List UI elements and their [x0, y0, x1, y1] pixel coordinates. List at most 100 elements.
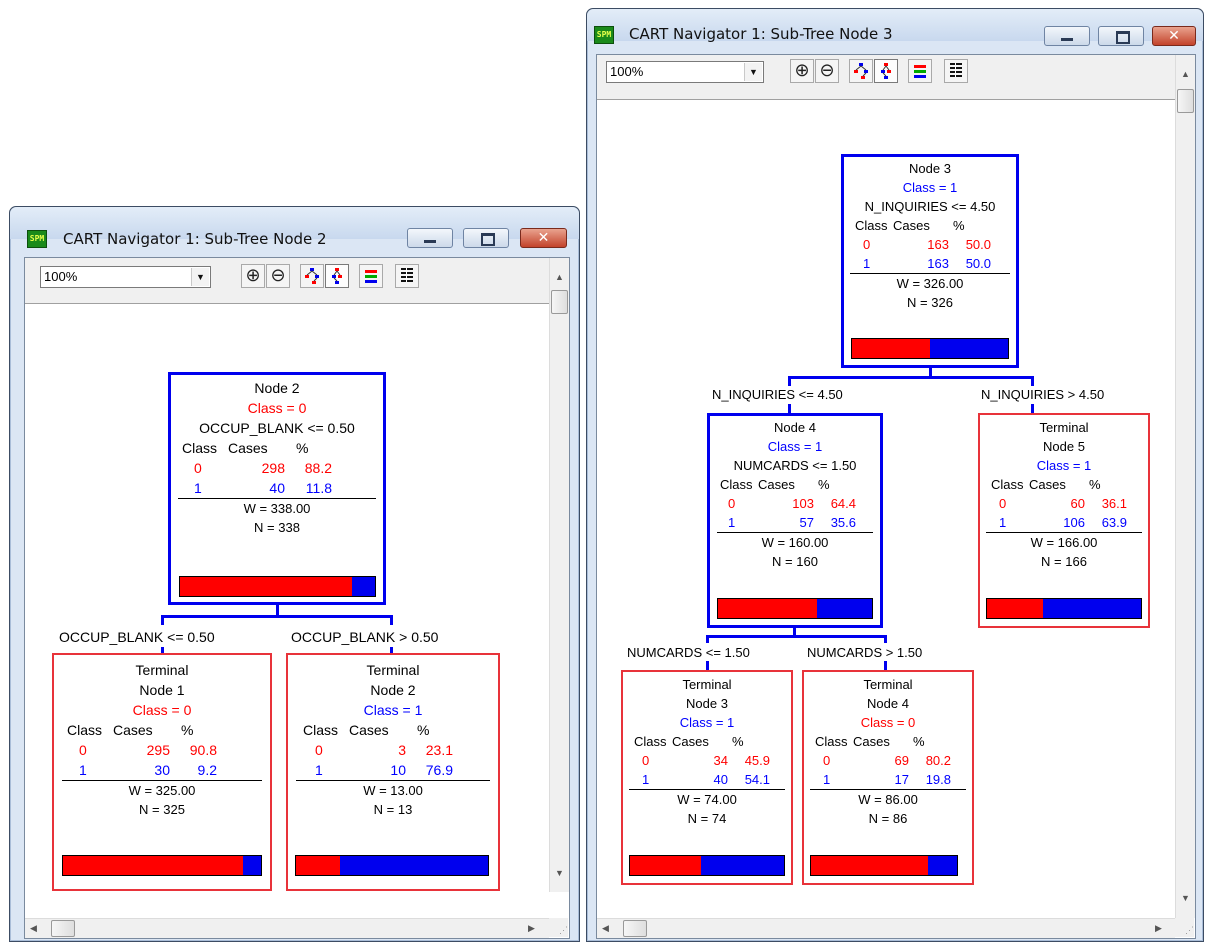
vertical-scroll-thumb[interactable] [551, 290, 568, 314]
tree-node-2[interactable]: Node 2 Class = 0 OCCUP_BLANK <= 0.50 Cla… [168, 372, 386, 605]
class-table: Class Cases % 0 60 36.1 1 106 63.9 [991, 475, 1137, 532]
terminal-node-2[interactable]: Terminal Node 2 Class = 1 Class Cases % … [286, 653, 500, 891]
row-pct: 35.6 [830, 515, 856, 530]
col-cases: Cases [672, 734, 709, 749]
col-class: Class [855, 218, 888, 233]
tree-detail-button[interactable] [849, 59, 873, 83]
tree-compact-button[interactable] [325, 264, 349, 288]
connector-line [1031, 376, 1034, 386]
col-cases: Cases [853, 734, 890, 749]
size-grip-icon[interactable]: ⋰ [1175, 918, 1194, 937]
maximize-button[interactable] [1098, 26, 1144, 46]
navigator-client: 100% ▼ ⊕ ⊖ [596, 54, 1196, 939]
class0-bar-segment [852, 339, 930, 358]
spm-app-icon[interactable]: SPM [594, 26, 614, 44]
class-row-0: 0 163 50.0 [855, 235, 1005, 254]
node-name: Node 2 [370, 682, 416, 698]
zoom-select[interactable]: 100% ▼ [40, 266, 211, 288]
node-count: N = 325 [139, 802, 185, 817]
terminal-node-5[interactable]: Terminal Node 5 Class = 1 Class Cases % … [978, 413, 1150, 628]
zoom-out-button[interactable]: ⊖ [815, 59, 839, 83]
scroll-down-icon[interactable]: ▼ [555, 868, 564, 878]
col-cases: Cases [349, 722, 389, 738]
class-table: Class Cases % 0 34 45.9 1 40 54.1 [634, 732, 780, 789]
row-cases: 57 [799, 515, 814, 530]
scroll-left-icon[interactable]: ◀ [30, 923, 37, 934]
zoom-in-button[interactable]: ⊕ [790, 59, 814, 83]
zoom-select[interactable]: 100% ▼ [606, 61, 764, 83]
node-report-button[interactable] [395, 264, 419, 288]
zoom-out-icon: ⊖ [270, 265, 286, 286]
class-table-header: Class Cases % [634, 732, 780, 751]
terminal-node-3[interactable]: Terminal Node 3 Class = 1 Class Cases % … [621, 670, 793, 885]
class-table: Class Cases % 0 103 64.4 1 57 35.6 [720, 475, 870, 532]
class1-bar-segment [928, 856, 957, 875]
col-class: Class [720, 477, 753, 492]
tree-node-3[interactable]: Node 3 Class = 1 N_INQUIRIES <= 4.50 Cla… [841, 154, 1019, 368]
col-pct: % [417, 722, 430, 738]
class-row-0: 0 60 36.1 [991, 494, 1137, 513]
scroll-right-icon[interactable]: ▶ [1155, 923, 1162, 934]
vertical-scrollbar[interactable]: ▲ ▼ [1175, 55, 1195, 918]
scroll-up-icon[interactable]: ▲ [555, 272, 564, 282]
class-row-0: 0 295 90.8 [67, 740, 257, 760]
node-class: Class = 0 [247, 400, 307, 416]
chevron-down-icon[interactable]: ▼ [744, 63, 762, 81]
title-bar[interactable]: SPM CART Navigator 1: Sub-Tree Node 3 ✕ [587, 9, 1203, 46]
chevron-down-icon[interactable]: ▼ [191, 268, 209, 286]
class1-bar-segment [930, 339, 1008, 358]
node-class: Class = 0 [132, 702, 192, 718]
tree-detail-icon [854, 63, 868, 79]
node-class: Class = 1 [902, 180, 958, 195]
row-cases: 69 [894, 753, 909, 768]
close-button[interactable]: ✕ [520, 228, 567, 248]
horizontal-scrollbar[interactable]: ◀ ▶ [597, 918, 1175, 938]
close-button[interactable]: ✕ [1152, 26, 1196, 46]
scroll-left-icon[interactable]: ◀ [602, 923, 609, 934]
col-pct: % [296, 440, 309, 456]
scroll-down-icon[interactable]: ▼ [1181, 893, 1190, 903]
spm-app-icon[interactable]: SPM [27, 230, 47, 248]
node-weight: W = 13.00 [363, 783, 423, 798]
horizontal-scrollbar[interactable]: ◀ ▶ [25, 918, 549, 938]
zoom-out-button[interactable]: ⊖ [266, 264, 290, 288]
right-split-label: OCCUP_BLANK > 0.50 [291, 629, 439, 645]
tree-detail-button[interactable] [300, 264, 324, 288]
tree-canvas[interactable]: Node 3 Class = 1 N_INQUIRIES <= 4.50 Cla… [597, 100, 1175, 918]
tree-node-4[interactable]: Node 4 Class = 1 NUMCARDS <= 1.50 Class … [707, 413, 883, 628]
node-title: Terminal [682, 677, 732, 692]
zoom-in-button[interactable]: ⊕ [241, 264, 265, 288]
connector-line [706, 661, 709, 670]
report-icon [950, 63, 962, 77]
col-class: Class [182, 440, 218, 456]
tree-compact-button[interactable] [874, 59, 898, 83]
row-cases: 17 [894, 772, 909, 787]
color-codes-button[interactable] [359, 264, 383, 288]
terminal-node-4[interactable]: Terminal Node 4 Class = 0 Class Cases % … [802, 670, 974, 885]
tree-canvas[interactable]: Node 2 Class = 0 OCCUP_BLANK <= 0.50 Cla… [25, 304, 549, 918]
node-count: N = 86 [868, 811, 908, 826]
node-report-button[interactable] [944, 59, 968, 83]
close-icon: ✕ [1168, 28, 1180, 44]
size-grip-icon[interactable]: ⋰ [549, 918, 568, 937]
minimize-button[interactable] [407, 228, 453, 248]
maximize-button[interactable] [463, 228, 509, 248]
node-class: Class = 1 [767, 439, 823, 454]
vertical-scroll-thumb[interactable] [1177, 89, 1194, 113]
class-row-1: 1 17 19.8 [815, 770, 961, 789]
horizontal-scroll-thumb[interactable] [623, 920, 647, 937]
row-pct: 90.8 [189, 742, 217, 758]
node-weight: W = 326.00 [896, 276, 964, 291]
vertical-scrollbar[interactable]: ▲ ▼ [549, 258, 569, 892]
scroll-up-icon[interactable]: ▲ [1181, 69, 1190, 79]
class0-bar-segment [811, 856, 929, 875]
color-codes-button[interactable] [908, 59, 932, 83]
terminal-node-1[interactable]: Terminal Node 1 Class = 0 Class Cases % … [52, 653, 272, 891]
scroll-right-icon[interactable]: ▶ [528, 923, 535, 934]
minimize-button[interactable] [1044, 26, 1090, 46]
title-bar[interactable]: SPM CART Navigator 1: Sub-Tree Node 2 ✕ [10, 207, 579, 248]
node-title: Terminal [366, 662, 420, 678]
navigator-toolbar: 100% ▼ ⊕ ⊖ [25, 258, 569, 304]
horizontal-scroll-thumb[interactable] [51, 920, 75, 937]
connector-line [788, 376, 791, 386]
